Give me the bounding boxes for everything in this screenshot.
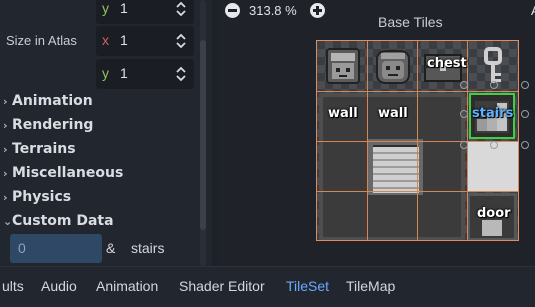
- custom-data-value: 0: [18, 240, 26, 256]
- section-custom-data[interactable]: ⌄ Custom Data: [0, 211, 198, 235]
- inspector-scrollbar[interactable]: [200, 0, 206, 266]
- chevron-right-icon: ›: [3, 143, 8, 156]
- grid-line: [317, 141, 518, 142]
- chevron-right-icon: ›: [3, 95, 8, 108]
- cut-off-label: A: [531, 3, 535, 18]
- chevron-right-icon: ›: [3, 167, 8, 180]
- tile-label-door: door: [477, 206, 511, 221]
- size-in-atlas-y-field[interactable]: y 1: [96, 59, 194, 89]
- size-in-atlas-y-row: y 1: [0, 59, 198, 89]
- axis-y-label: y: [102, 65, 109, 81]
- chevron-right-icon: ›: [3, 191, 8, 204]
- custom-data-value-field[interactable]: 0: [10, 234, 102, 263]
- size-in-atlas-label: Size in Atlas: [6, 33, 77, 48]
- resize-handle[interactable]: [460, 110, 468, 118]
- section-label: Miscellaneous: [12, 165, 124, 181]
- section-rendering[interactable]: › Rendering: [0, 115, 198, 139]
- custom-data-separator: &: [106, 240, 116, 256]
- tile-label-chest: chest: [427, 56, 467, 71]
- tab-tileset[interactable]: TileSet: [286, 278, 329, 294]
- grid-line: [317, 191, 518, 192]
- resize-handle[interactable]: [490, 141, 498, 149]
- section-physics[interactable]: › Physics: [0, 187, 198, 211]
- stairs-block: [373, 147, 419, 193]
- resize-handle[interactable]: [490, 81, 498, 89]
- resize-handle[interactable]: [460, 81, 468, 89]
- resize-handle[interactable]: [521, 141, 529, 149]
- partial-vector-row: y 1: [0, 0, 198, 24]
- tile-label-wall: wall: [328, 106, 358, 121]
- tile-label-wall: wall: [378, 106, 408, 121]
- size-in-atlas-x-value: 1: [120, 32, 128, 48]
- section-label: Animation: [12, 93, 93, 109]
- section-label: Custom Data: [12, 213, 114, 229]
- size-in-atlas-row: Size in Atlas x 1: [0, 26, 198, 56]
- chevron-down-icon: ⌄: [3, 215, 13, 228]
- spinner-icon[interactable]: [176, 65, 186, 83]
- partial-y-field[interactable]: y 1: [96, 0, 194, 24]
- zoom-in-icon[interactable]: [310, 3, 325, 18]
- partial-y-value: 1: [120, 0, 128, 16]
- spinner-icon[interactable]: [176, 32, 186, 50]
- zoom-out-icon[interactable]: [225, 3, 240, 18]
- section-miscellaneous[interactable]: › Miscellaneous: [0, 163, 198, 187]
- resize-handle[interactable]: [460, 141, 468, 149]
- knight-helmet-icon[interactable]: [319, 43, 367, 91]
- section-label: Terrains: [12, 141, 76, 157]
- tile-label-stairs: stairs: [472, 106, 514, 121]
- section-label: Rendering: [12, 117, 94, 133]
- bottom-panel-bar: ults Audio Animation Shader Editor TileS…: [0, 266, 535, 307]
- custom-data-name: stairs: [131, 240, 165, 256]
- orc-face-icon[interactable]: [369, 43, 417, 91]
- atlas-view: 313.8 % A Base Tiles: [218, 0, 535, 266]
- size-in-atlas-y-value: 1: [120, 65, 128, 81]
- spinner-icon[interactable]: [176, 0, 186, 18]
- scrollbar-thumb[interactable]: [200, 40, 206, 230]
- section-terrains[interactable]: › Terrains: [0, 139, 198, 163]
- tab-audio[interactable]: Audio: [41, 278, 77, 294]
- resize-handle[interactable]: [521, 81, 529, 89]
- grid-line: [317, 91, 518, 92]
- resize-handle[interactable]: [521, 110, 529, 118]
- zoom-level: 313.8 %: [249, 3, 297, 18]
- tab-results[interactable]: ults: [2, 278, 24, 294]
- atlas-title: Base Tiles: [378, 14, 443, 30]
- tab-shader-editor[interactable]: Shader Editor: [179, 278, 265, 294]
- tile-atlas[interactable]: chest wall wall stairs door: [316, 40, 519, 241]
- inspector-panel: y 1 Size in Atlas x 1 y 1 › Animation › …: [0, 0, 212, 266]
- tab-animation[interactable]: Animation: [96, 278, 158, 294]
- axis-x-label: x: [102, 32, 109, 48]
- section-animation[interactable]: › Animation: [0, 91, 198, 115]
- axis-y-label: y: [102, 0, 109, 16]
- section-label: Physics: [12, 189, 72, 205]
- tab-tilemap[interactable]: TileMap: [346, 278, 395, 294]
- size-in-atlas-x-field[interactable]: x 1: [96, 26, 194, 56]
- chevron-right-icon: ›: [3, 119, 8, 132]
